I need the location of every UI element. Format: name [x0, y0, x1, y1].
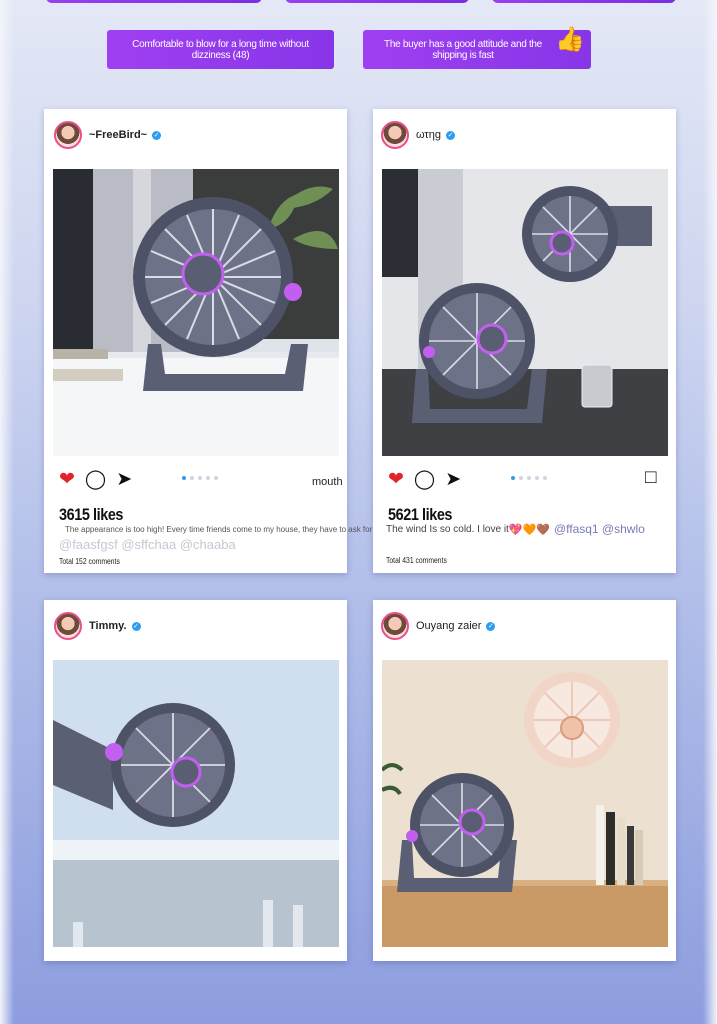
post-header: ~FreeBird~ ✓: [54, 121, 162, 149]
post-header: Ouyang zaier ✓: [381, 612, 496, 640]
post-header: ωτηg ✓: [381, 121, 456, 149]
post-header: Timmy. ✓: [54, 612, 141, 640]
post-card-1: ~FreeBird~ ✓ ❤ ◯ ➤ mouth 3615 likes The …: [44, 109, 402, 573]
avatar[interactable]: [54, 121, 82, 149]
username[interactable]: Timmy.: [89, 620, 127, 632]
post-card-2: ωτηg ✓ ❤ ◯ ➤ □ 5621 likes The wind Is so…: [373, 109, 676, 573]
verified-badge-icon: ✓: [152, 130, 162, 140]
top-tag-pill-1: [46, 0, 262, 3]
header-right-text: mouth: [312, 476, 343, 488]
bookmark-icon[interactable]: □: [645, 467, 656, 489]
heart-icon[interactable]: ❤: [388, 470, 404, 490]
product-photo[interactable]: [53, 660, 339, 947]
carousel-dot: [182, 476, 186, 480]
username[interactable]: ~FreeBird~: [89, 129, 147, 141]
verified-badge-icon: ✓: [131, 621, 141, 631]
review-tag-right-text: The buyer has a good attitude and the sh…: [384, 38, 542, 61]
comments-count[interactable]: Total 431 comments: [386, 556, 447, 565]
username[interactable]: Ouyang zaier: [416, 620, 481, 632]
heart-icon[interactable]: ❤: [59, 470, 75, 490]
avatar[interactable]: [381, 121, 409, 149]
carousel-dots: [511, 476, 551, 480]
review-tag-left: Comfortable to blow for a long time with…: [107, 30, 334, 69]
comment-icon[interactable]: ◯: [85, 470, 106, 490]
carousel-dot: [190, 476, 194, 480]
carousel-dot: [511, 476, 515, 480]
avatar[interactable]: [54, 612, 82, 640]
page-edge-right: [703, 0, 717, 1024]
thumbs-up-icon: 👍: [555, 26, 585, 53]
comments-count[interactable]: Total 152 comments: [59, 557, 120, 566]
carousel-dot: [198, 476, 202, 480]
carousel-dot: [543, 476, 547, 480]
post-actions: ❤ ◯ ➤: [388, 470, 471, 490]
carousel-dot: [214, 476, 218, 480]
post-mentions[interactable]: @faasfgsf @sffchaa @chaaba: [59, 537, 236, 552]
carousel-dots: [182, 476, 222, 480]
carousel-dot: [206, 476, 210, 480]
send-icon[interactable]: ➤: [116, 470, 132, 490]
verified-badge-icon: ✓: [446, 130, 456, 140]
verified-badge-icon: ✓: [486, 621, 496, 631]
likes-count[interactable]: 3615 likes: [59, 505, 123, 525]
carousel-dot: [535, 476, 539, 480]
avatar[interactable]: [381, 612, 409, 640]
caption-row: The wind Is so cold. I love it 💖🧡🤎 @ffas…: [386, 522, 645, 536]
product-photo[interactable]: [382, 169, 668, 456]
comment-icon[interactable]: ◯: [414, 470, 435, 490]
carousel-dot: [519, 476, 523, 480]
post-caption: The appearance is too high! Every time f…: [65, 525, 403, 534]
username[interactable]: ωτηg: [416, 129, 441, 141]
review-tag-right: The buyer has a good attitude and the sh…: [363, 26, 591, 69]
product-photo[interactable]: [382, 660, 668, 947]
top-tag-pill-2: [285, 0, 469, 3]
product-photo[interactable]: [53, 169, 339, 456]
emoji-hearts: 💖🧡🤎: [508, 523, 550, 536]
top-tag-pill-3: [492, 0, 676, 3]
review-tag-left-text: Comfortable to blow for a long time with…: [132, 38, 309, 61]
post-caption: The wind Is so cold. I love it: [386, 523, 509, 535]
send-icon[interactable]: ➤: [445, 470, 461, 490]
post-mentions[interactable]: @ffasq1 @shwlo: [554, 522, 645, 536]
post-actions: ❤ ◯ ➤: [59, 470, 142, 490]
post-card-4: Ouyang zaier ✓: [373, 600, 676, 961]
page-edge-left: [0, 0, 14, 1024]
carousel-dot: [527, 476, 531, 480]
post-card-3: Timmy. ✓: [44, 600, 347, 961]
